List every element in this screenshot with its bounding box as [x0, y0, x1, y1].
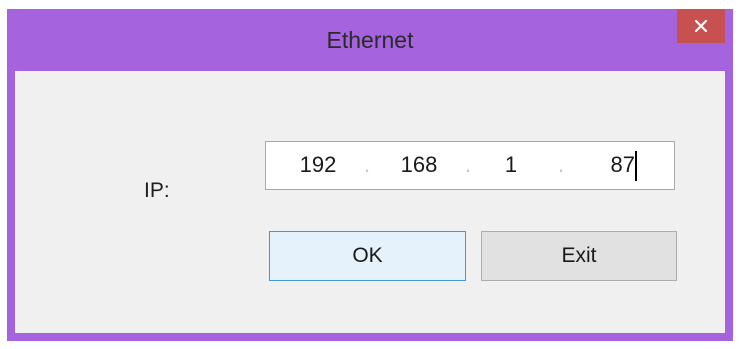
title-bar[interactable]: Ethernet [7, 9, 733, 71]
ip-octet-3[interactable]: 1 [481, 152, 541, 178]
exit-button[interactable]: Exit [481, 231, 677, 281]
close-button[interactable] [677, 9, 725, 43]
close-icon [694, 19, 708, 33]
ethernet-dialog: Ethernet IP: 192 . 168 . 1 . 87 OK Exit [7, 9, 733, 341]
ip-separator-1: . [364, 152, 371, 177]
dialog-body: IP: 192 . 168 . 1 . 87 OK Exit [15, 71, 725, 333]
text-cursor [635, 151, 637, 181]
ip-address-input[interactable]: 192 . 168 . 1 . 87 [265, 141, 675, 190]
dialog-title: Ethernet [326, 27, 414, 53]
ip-octet-2[interactable]: 168 [389, 152, 449, 178]
ip-separator-2: . [465, 152, 472, 177]
ip-label: IP: [144, 179, 170, 202]
screen: Ethernet IP: 192 . 168 . 1 . 87 OK Exit [0, 0, 739, 349]
ip-octet-4[interactable]: 87 [583, 152, 635, 178]
ok-button[interactable]: OK [269, 231, 466, 281]
ip-separator-3: . [558, 152, 565, 177]
ip-octet-1[interactable]: 192 [288, 152, 348, 178]
